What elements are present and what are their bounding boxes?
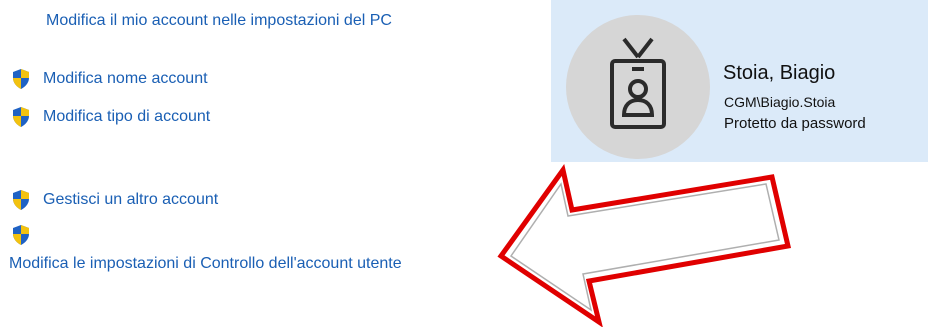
pc-settings-link[interactable]: Modifica il mio account nelle impostazio… (46, 11, 392, 31)
id-badge-icon (610, 37, 666, 129)
user-display-name: Stoia, Biagio (723, 62, 836, 84)
change-account-name-link[interactable]: Modifica nome account (43, 69, 208, 89)
manage-other-account-link[interactable]: Gestisci un altro account (43, 190, 218, 210)
uac-shield-icon (13, 190, 29, 210)
user-domain-account: CGM\Biagio.Stoia (724, 94, 836, 110)
uac-shield-icon (13, 225, 29, 245)
uac-shield-icon (13, 107, 29, 127)
uac-shield-icon (13, 69, 29, 89)
user-password-status: Protetto da password (724, 115, 866, 132)
uac-settings-link[interactable]: Modifica le impostazioni di Controllo de… (9, 254, 402, 274)
change-account-type-link[interactable]: Modifica tipo di account (43, 107, 210, 127)
